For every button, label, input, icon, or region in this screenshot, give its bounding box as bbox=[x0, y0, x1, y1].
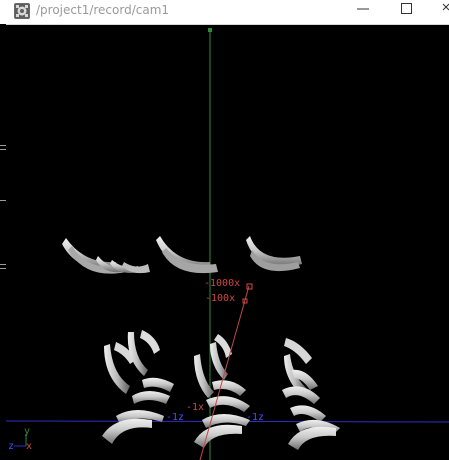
camera-viewport[interactable]: -1000x -100x -1x -1z -1z y z x bbox=[6, 24, 449, 460]
y-axis-marker bbox=[208, 28, 212, 32]
minimize-icon bbox=[357, 8, 369, 10]
gizmo-z-label: z bbox=[8, 441, 14, 452]
z-label-left: -1z bbox=[166, 412, 184, 423]
geometry-upper-row bbox=[62, 236, 302, 274]
geometry-lower-cluster bbox=[102, 330, 340, 450]
x-axis-marker-1000 bbox=[246, 283, 253, 290]
window-title: /project1/record/cam1 bbox=[36, 3, 170, 17]
x-label-1: -1x bbox=[186, 402, 204, 413]
orientation-gizmo: y z x bbox=[8, 426, 32, 452]
minimize-button[interactable] bbox=[345, 0, 381, 24]
maximize-button[interactable] bbox=[388, 0, 424, 24]
close-button[interactable] bbox=[430, 0, 449, 24]
title-bar: /project1/record/cam1 bbox=[0, 0, 449, 25]
close-icon bbox=[442, 3, 449, 11]
x-label-1000: -1000x bbox=[204, 278, 240, 289]
gizmo-x-label: x bbox=[26, 441, 32, 452]
z-label-right: -1z bbox=[246, 412, 264, 423]
maximize-icon bbox=[401, 3, 412, 14]
x-label-100: -100x bbox=[205, 293, 235, 304]
camera-node-icon bbox=[14, 3, 30, 19]
gizmo-y-label: y bbox=[24, 426, 30, 437]
